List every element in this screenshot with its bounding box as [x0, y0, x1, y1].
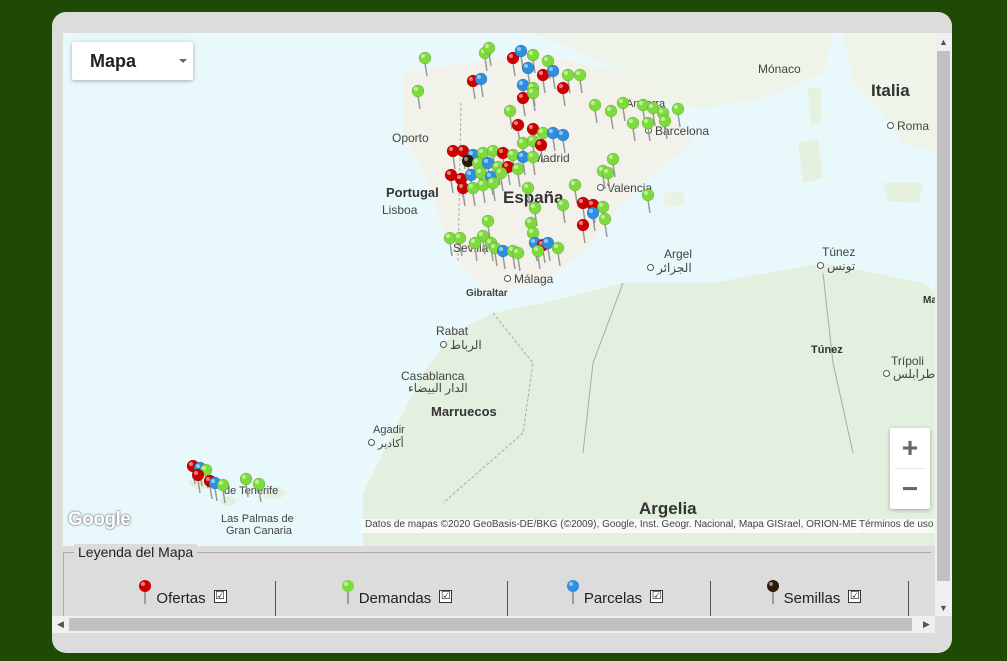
horizontal-scrollbar[interactable]: ◀ ▶: [52, 616, 935, 633]
vertical-scroll-thumb[interactable]: [937, 51, 950, 581]
map-marker-pin[interactable]: [556, 198, 570, 224]
map-legend: Leyenda del Mapa Ofertas ☑ Demandas ☑ Parcel…: [63, 544, 931, 617]
map-marker-pin[interactable]: [616, 96, 630, 122]
map-type-dropdown[interactable]: Mapa: [72, 42, 193, 80]
scroll-down-icon[interactable]: ▼: [935, 599, 952, 616]
zoom-control: + −: [890, 428, 930, 509]
vertical-scrollbar[interactable]: ▲ ▼: [935, 33, 952, 616]
legend-checkbox-semillas[interactable]: ☑: [848, 590, 862, 603]
map-marker-pin[interactable]: [626, 116, 640, 142]
map-marker-pin[interactable]: [496, 244, 510, 270]
map-marker-pin[interactable]: [446, 144, 460, 170]
map-marker-pin[interactable]: [556, 128, 570, 154]
horizontal-scroll-thumb[interactable]: [69, 618, 912, 631]
chevron-down-icon: [179, 59, 187, 63]
map-marker-pin[interactable]: [526, 150, 540, 176]
map-marker-pin[interactable]: [418, 51, 432, 77]
legend-label: Demandas: [358, 590, 432, 607]
legend-title: Leyenda del Mapa: [74, 544, 198, 560]
pin-icon: [566, 579, 579, 604]
map-marker-pin[interactable]: [411, 84, 425, 110]
map-marker-pin[interactable]: [546, 126, 560, 152]
zoom-in-button[interactable]: +: [890, 428, 930, 468]
app-window: Mónaco Italia Roma Andorra Barcelona Opo…: [52, 12, 952, 653]
map-marker-pin[interactable]: [556, 81, 570, 107]
map-marker-pin[interactable]: [576, 196, 590, 222]
zoom-out-button[interactable]: −: [890, 469, 930, 509]
map-marker-pin[interactable]: [521, 181, 535, 207]
legend-checkbox-demandas[interactable]: ☑: [439, 590, 453, 603]
map-type-label: Mapa: [90, 50, 137, 71]
map-marker-pin[interactable]: [586, 206, 600, 232]
map-marker-pin[interactable]: [531, 244, 545, 270]
map-marker-pin[interactable]: [216, 478, 230, 504]
map-marker-pin[interactable]: [551, 241, 565, 267]
map-marker-pin[interactable]: [486, 176, 500, 202]
legend-label: Ofertas: [156, 590, 206, 607]
map-attribution: Datos de mapas ©2020 GeoBasis-DE/BKG (©2…: [361, 519, 862, 533]
map-marker-pin[interactable]: [456, 181, 470, 207]
legend-label: Semillas: [783, 590, 841, 607]
map-marker-pin[interactable]: [576, 218, 590, 244]
map-marker-pin[interactable]: [516, 91, 530, 117]
map-marker-pin[interactable]: [468, 236, 482, 262]
map-marker-pin[interactable]: [453, 231, 467, 257]
terms-link[interactable]: Términos de uso: [856, 519, 935, 533]
scroll-right-icon[interactable]: ▶: [918, 616, 935, 633]
map-marker-pin[interactable]: [604, 104, 618, 130]
legend-item-ofertas: Ofertas ☑: [90, 579, 276, 617]
map-marker-pin[interactable]: [598, 212, 612, 238]
scroll-left-icon[interactable]: ◀: [52, 616, 69, 633]
pin-icon: [139, 579, 152, 604]
legend-item-demandas: Demandas ☑: [286, 579, 508, 617]
legend-checkbox-parcelas[interactable]: ☑: [650, 590, 664, 603]
pin-icon: [766, 579, 779, 604]
google-logo[interactable]: Google: [68, 509, 131, 531]
pin-icon: [341, 579, 354, 604]
scroll-up-icon[interactable]: ▲: [935, 33, 952, 50]
map-markers[interactable]: [63, 33, 935, 546]
map-marker-pin[interactable]: [443, 231, 457, 257]
legend-label: Parcelas: [583, 590, 643, 607]
map-marker-pin[interactable]: [511, 162, 525, 188]
map-marker-pin[interactable]: [641, 188, 655, 214]
map-marker-pin[interactable]: [658, 114, 672, 140]
map-marker-pin[interactable]: [641, 116, 655, 142]
legend-item-parcelas: Parcelas ☑: [519, 579, 711, 617]
map-marker-pin[interactable]: [573, 68, 587, 94]
map-view[interactable]: Mónaco Italia Roma Andorra Barcelona Opo…: [63, 33, 935, 546]
map-marker-pin[interactable]: [252, 477, 266, 503]
map-marker-pin[interactable]: [671, 102, 685, 128]
map-marker-pin[interactable]: [588, 98, 602, 124]
map-marker-pin[interactable]: [239, 472, 253, 498]
legend-checkbox-ofertas[interactable]: ☑: [213, 590, 227, 603]
legend-item-semillas: Semillas ☑: [719, 579, 909, 617]
